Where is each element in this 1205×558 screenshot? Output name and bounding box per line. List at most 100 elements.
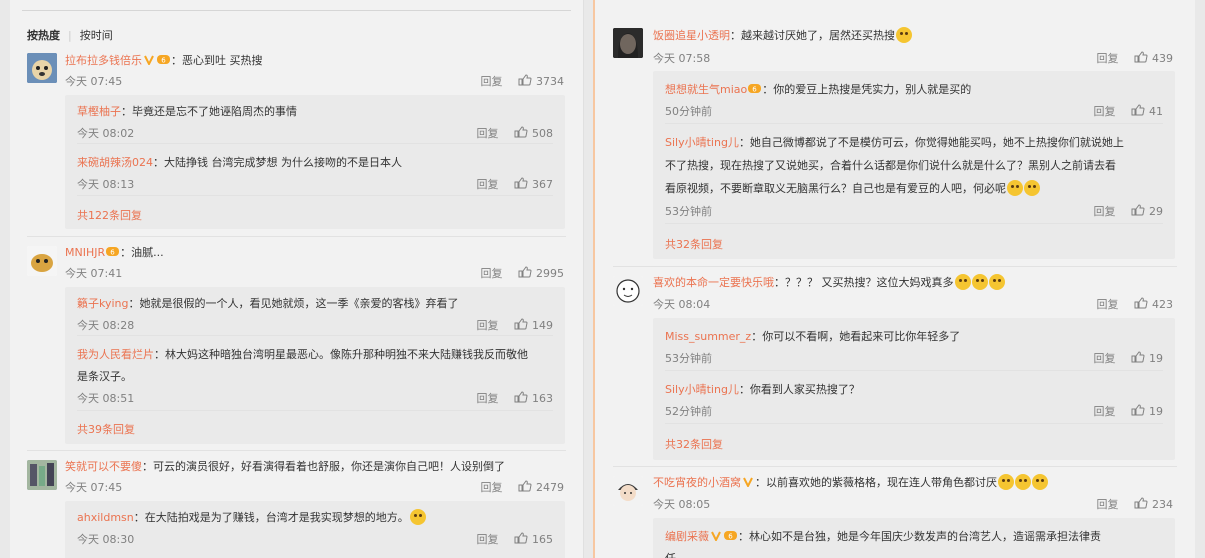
- reply-button[interactable]: 回复: [477, 176, 499, 192]
- reply-username[interactable]: 草樫柚子: [77, 105, 121, 118]
- reply-time: 今天 08:30: [77, 533, 135, 546]
- comment-divider: [27, 236, 566, 237]
- comment-username[interactable]: 喜欢的本命一定要快乐哦: [653, 276, 774, 289]
- sort-by-hot-tab[interactable]: 按热度: [27, 27, 60, 43]
- reply-box: 草樫柚子：毕竟还是忘不了她诬陷周杰的事情 今天 08:02 回复 508 来碗胡…: [65, 95, 565, 229]
- reply-username[interactable]: 想想就生气miao: [665, 83, 747, 96]
- sort-by-time-tab[interactable]: 按时间: [80, 27, 113, 43]
- more-replies-link[interactable]: 共32条回复: [665, 436, 723, 452]
- like-icon: [1134, 51, 1148, 63]
- svg-text:6: 6: [753, 86, 758, 94]
- reply-button[interactable]: 回复: [477, 317, 499, 333]
- like-button[interactable]: 163: [514, 391, 553, 405]
- like-icon: [518, 480, 532, 492]
- like-button[interactable]: 508: [514, 126, 553, 140]
- reply-button[interactable]: 回复: [481, 73, 503, 89]
- like-button[interactable]: 2479: [518, 480, 564, 494]
- comment-divider: [613, 466, 1177, 467]
- like-count: 439: [1152, 52, 1173, 65]
- reply-username[interactable]: 来碗胡辣汤024: [77, 156, 153, 169]
- emoji-icon: [971, 274, 988, 290]
- reply-button[interactable]: 回复: [1097, 296, 1119, 312]
- reply-line: 草樫柚子：毕竟还是忘不了她诬陷周杰的事情: [77, 103, 297, 119]
- verified-v-icon: [144, 55, 154, 65]
- like-button[interactable]: 165: [514, 532, 553, 546]
- avatar[interactable]: [27, 53, 57, 83]
- comment-actions: 回复 423: [1097, 296, 1173, 312]
- comment-username[interactable]: MNIHJR: [65, 246, 105, 259]
- like-icon: [1134, 497, 1148, 509]
- like-button[interactable]: 29: [1131, 204, 1163, 218]
- comment-time: 今天 08:04: [653, 298, 711, 311]
- reply-username[interactable]: Miss_summer_z: [665, 330, 751, 343]
- like-button[interactable]: 367: [514, 177, 553, 191]
- like-button[interactable]: 19: [1131, 404, 1163, 418]
- svg-text:6: 6: [728, 533, 733, 541]
- avatar[interactable]: [613, 28, 643, 58]
- reply-button[interactable]: 回复: [477, 390, 499, 406]
- like-icon: [514, 126, 528, 138]
- more-replies-link[interactable]: 共39条回复: [77, 421, 135, 437]
- like-icon: [514, 532, 528, 544]
- verified-v-icon: [711, 531, 721, 541]
- reply-username[interactable]: Sily小晴ting儿: [665, 136, 739, 149]
- reply-button[interactable]: 回复: [1094, 103, 1116, 119]
- reply-actions: 回复 19: [1094, 350, 1163, 366]
- comment-username[interactable]: 饭圈追星小透明: [653, 29, 730, 42]
- like-count: 149: [532, 319, 553, 332]
- like-button[interactable]: 234: [1134, 497, 1173, 511]
- comment-actions: 回复 2479: [481, 479, 564, 495]
- avatar[interactable]: [27, 460, 57, 490]
- comment-username[interactable]: 不吃宵夜的小酒窝: [653, 476, 741, 489]
- reply-button[interactable]: 回复: [1094, 203, 1116, 219]
- reply-text: ：在大陆拍戏是为了赚钱，台湾才是我实现梦想的地方。: [133, 511, 409, 524]
- reply-button[interactable]: 回复: [1097, 50, 1119, 66]
- like-button[interactable]: 439: [1134, 51, 1173, 65]
- like-button[interactable]: 19: [1131, 351, 1163, 365]
- reply-actions: 回复 29: [1094, 203, 1163, 219]
- reply-actions: 回复 508: [477, 125, 553, 141]
- reply-time: 53分钟前: [665, 352, 712, 365]
- sort-separator: |: [68, 29, 72, 42]
- vip-badge-icon: 6: [724, 531, 737, 541]
- like-button[interactable]: 2995: [518, 266, 564, 280]
- reply-button[interactable]: 回复: [1094, 350, 1116, 366]
- reply-actions: 回复 19: [1094, 403, 1163, 419]
- avatar[interactable]: [613, 276, 643, 306]
- reply-button[interactable]: 回复: [481, 479, 503, 495]
- comment-text: ：油腻...: [120, 246, 164, 259]
- like-count: 165: [532, 533, 553, 546]
- reply-button[interactable]: 回复: [1097, 496, 1119, 512]
- emoji-icon: [1007, 180, 1023, 196]
- like-button[interactable]: 149: [514, 318, 553, 332]
- like-icon: [1134, 297, 1148, 309]
- comment-username[interactable]: 拉布拉多钱倍乐: [65, 54, 142, 67]
- like-button[interactable]: 41: [1131, 104, 1163, 118]
- reply-button[interactable]: 回复: [477, 531, 499, 547]
- avatar[interactable]: [27, 246, 57, 276]
- avatar[interactable]: [613, 476, 643, 506]
- reply-button[interactable]: 回复: [1094, 403, 1116, 419]
- more-replies-link[interactable]: 共32条回复: [665, 236, 723, 252]
- reply-text: ：她就是很假的一个人，看见她就烦，这一季《亲爱的客栈》弃看了: [128, 297, 459, 310]
- comment-time: 今天 07:45: [65, 75, 123, 88]
- reply-line: 想想就生气miao 6 ：你的爱豆上热搜是凭实力，别人就是买的: [665, 81, 971, 97]
- reply-divider: [77, 410, 553, 411]
- reply-button[interactable]: 回复: [477, 125, 499, 141]
- comment-username[interactable]: 笑就可以不要傻: [65, 460, 142, 473]
- comment-line: 不吃宵夜的小酒窝 ：以前喜欢她的紫薇格格，现在连人带角色都讨厌: [653, 474, 1048, 490]
- reply-username[interactable]: ahxildmsn: [77, 511, 134, 524]
- like-icon: [514, 391, 528, 403]
- reply-username[interactable]: 籟子kying: [77, 297, 129, 310]
- more-replies-link[interactable]: 共122条回复: [77, 207, 142, 223]
- like-icon: [514, 177, 528, 189]
- reply-username[interactable]: Sily小晴ting儿: [665, 383, 739, 396]
- reply-username[interactable]: 编剧采薇: [665, 530, 709, 543]
- like-count: 423: [1152, 298, 1173, 311]
- reply-text: ：她自己微博都说了不是模仿可云，你觉得她能买吗，她不上热搜你们就说她上: [738, 136, 1124, 149]
- reply-username[interactable]: 我为人民看烂片: [77, 348, 154, 361]
- reply-button[interactable]: 回复: [481, 265, 503, 281]
- like-button[interactable]: 423: [1134, 297, 1173, 311]
- like-button[interactable]: 3734: [518, 74, 564, 88]
- emoji-icon: [988, 274, 1005, 290]
